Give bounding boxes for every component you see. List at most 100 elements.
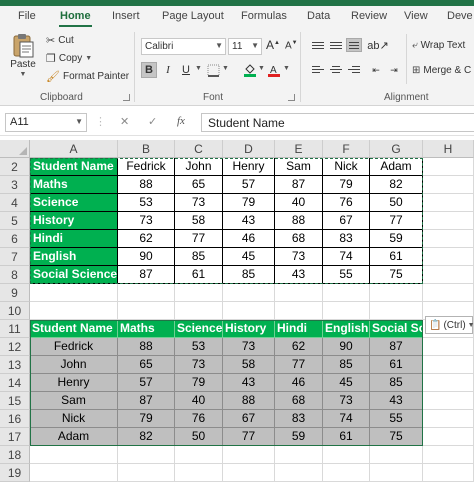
grid-cell[interactable]: [118, 446, 175, 464]
table2-header-cell[interactable]: Social Sci: [370, 320, 423, 338]
underline-button[interactable]: U: [178, 62, 194, 78]
column-header-c[interactable]: C: [175, 140, 223, 158]
row-header-3[interactable]: 3: [0, 176, 30, 194]
grid-cell[interactable]: [175, 302, 223, 320]
chevron-down-icon[interactable]: ▼: [85, 55, 92, 62]
shrink-font-button[interactable]: A▼: [285, 40, 298, 51]
table2-cell[interactable]: 73: [223, 338, 275, 356]
row-header-7[interactable]: 7: [0, 248, 30, 266]
table2-cell[interactable]: John: [30, 356, 118, 374]
cancel-icon[interactable]: ✕: [120, 115, 129, 128]
middle-align-button[interactable]: [328, 38, 344, 52]
table2-cell[interactable]: Fedrick: [30, 338, 118, 356]
table1-cell[interactable]: 77: [175, 230, 223, 248]
table1-cell[interactable]: 79: [323, 176, 370, 194]
format-painter-button[interactable]: 🖌 Format Painter: [46, 70, 129, 83]
grid-cell[interactable]: [423, 266, 474, 284]
row-header-12[interactable]: 12: [0, 338, 30, 356]
table1-cell[interactable]: History: [30, 212, 118, 230]
grid-cell[interactable]: [175, 464, 223, 482]
grid-cell[interactable]: [370, 464, 423, 482]
table2-cell[interactable]: 88: [118, 338, 175, 356]
table2-cell[interactable]: 73: [175, 356, 223, 374]
table1-cell[interactable]: Maths: [30, 176, 118, 194]
table2-header-cell[interactable]: Science: [175, 320, 223, 338]
table1-header-cell[interactable]: Student Name: [30, 158, 118, 176]
table1-cell[interactable]: 68: [275, 230, 323, 248]
grid-cell[interactable]: [423, 212, 474, 230]
grid-cell[interactable]: [423, 284, 474, 302]
clipboard-launcher-icon[interactable]: [123, 94, 130, 101]
grid-cell[interactable]: [30, 446, 118, 464]
table2-header-cell[interactable]: Student Name: [30, 320, 118, 338]
grid-cell[interactable]: [175, 284, 223, 302]
table1-cell[interactable]: 90: [118, 248, 175, 266]
table2-cell[interactable]: 77: [223, 428, 275, 446]
grid-cell[interactable]: [323, 302, 370, 320]
align-right-button[interactable]: [346, 62, 362, 76]
insert-function-icon[interactable]: fx: [177, 115, 185, 127]
column-header-g[interactable]: G: [370, 140, 423, 158]
copy-button[interactable]: ❐ Copy ▼: [46, 52, 92, 65]
select-all-button[interactable]: [0, 140, 30, 158]
table1-header-cell[interactable]: Henry: [223, 158, 275, 176]
column-header-h[interactable]: H: [423, 140, 474, 158]
grid-cell[interactable]: [370, 302, 423, 320]
grid-cell[interactable]: [118, 284, 175, 302]
grid-cell[interactable]: [423, 410, 474, 428]
grid-cell[interactable]: [423, 194, 474, 212]
table2-cell[interactable]: Adam: [30, 428, 118, 446]
name-box[interactable]: A11 ▼: [5, 113, 87, 132]
table2-cell[interactable]: 46: [275, 374, 323, 392]
table2-cell[interactable]: 79: [175, 374, 223, 392]
table2-cell[interactable]: 55: [370, 410, 423, 428]
table2-cell[interactable]: Nick: [30, 410, 118, 428]
grid-cell[interactable]: [423, 392, 474, 410]
table2-cell[interactable]: 57: [118, 374, 175, 392]
cut-button[interactable]: ✂ Cut: [46, 34, 74, 47]
column-header-b[interactable]: B: [118, 140, 175, 158]
table1-cell[interactable]: 77: [370, 212, 423, 230]
column-header-d[interactable]: D: [223, 140, 275, 158]
table1-cell[interactable]: 43: [275, 266, 323, 284]
table2-cell[interactable]: 62: [275, 338, 323, 356]
row-header-18[interactable]: 18: [0, 446, 30, 464]
table2-cell[interactable]: 88: [223, 392, 275, 410]
wrap-text-button[interactable]: ⤶ Wrap Text: [412, 40, 465, 51]
grid-cell[interactable]: [30, 464, 118, 482]
grid-cell[interactable]: [30, 302, 118, 320]
table1-cell[interactable]: 83: [323, 230, 370, 248]
row-header-9[interactable]: 9: [0, 284, 30, 302]
tab-home[interactable]: Home: [59, 10, 92, 27]
grid-cell[interactable]: [370, 446, 423, 464]
center-button[interactable]: [328, 62, 344, 76]
enter-icon[interactable]: ✓: [148, 115, 157, 128]
table1-cell[interactable]: 88: [275, 212, 323, 230]
row-header-2[interactable]: 2: [0, 158, 30, 176]
table2-cell[interactable]: 85: [323, 356, 370, 374]
table2-cell[interactable]: 73: [323, 392, 370, 410]
table1-cell[interactable]: 46: [223, 230, 275, 248]
table1-cell[interactable]: 88: [118, 176, 175, 194]
table2-cell[interactable]: 82: [118, 428, 175, 446]
increase-indent-button[interactable]: ⇥: [386, 62, 402, 78]
row-header-17[interactable]: 17: [0, 428, 30, 446]
tab-insert[interactable]: Insert: [112, 10, 140, 22]
grid-cell[interactable]: [423, 176, 474, 194]
decrease-indent-button[interactable]: ⇤: [368, 62, 384, 78]
table1-cell[interactable]: 79: [223, 194, 275, 212]
table1-cell[interactable]: 50: [370, 194, 423, 212]
grid-cell[interactable]: [175, 446, 223, 464]
worksheet-grid[interactable]: A B C D E F G H 2 3 4 5 6 7 8 9 10 11 12 13 14 15 16 17 18 19 Stud…: [0, 140, 474, 488]
table1-cell[interactable]: 59: [370, 230, 423, 248]
grid-cell[interactable]: [323, 464, 370, 482]
grid-cell[interactable]: [118, 464, 175, 482]
table1-cell[interactable]: 75: [370, 266, 423, 284]
grid-cell[interactable]: [275, 446, 323, 464]
table2-cell[interactable]: 43: [223, 374, 275, 392]
table1-cell[interactable]: 87: [118, 266, 175, 284]
grid-cell[interactable]: [323, 284, 370, 302]
table1-cell[interactable]: 73: [175, 194, 223, 212]
table1-cell[interactable]: 61: [175, 266, 223, 284]
table2-cell[interactable]: 76: [175, 410, 223, 428]
